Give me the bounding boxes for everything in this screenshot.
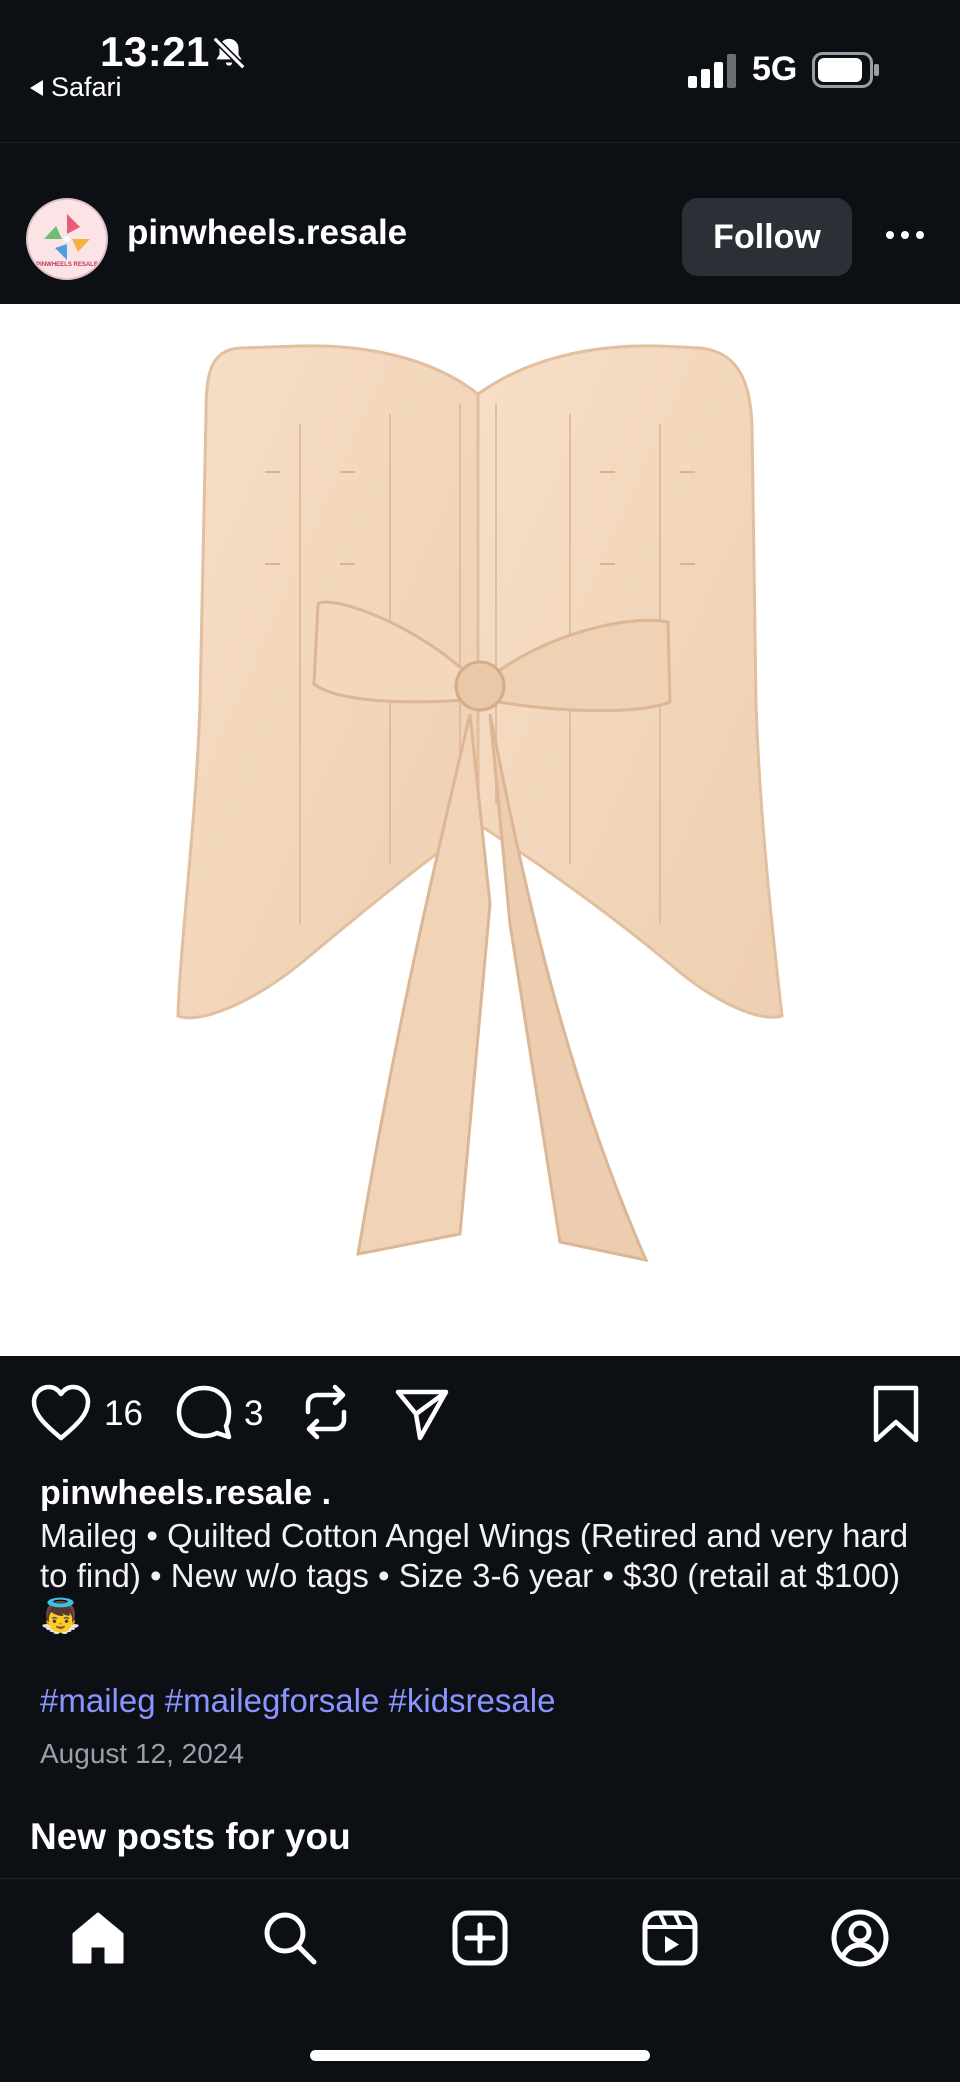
network-type: 5G <box>752 50 798 88</box>
pinwheel-logo: PINWHEELS RESALE <box>28 200 106 278</box>
bell-muted-icon <box>212 36 246 70</box>
svg-text:PINWHEELS RESALE: PINWHEELS RESALE <box>36 262 98 268</box>
create-icon[interactable] <box>450 1908 510 1968</box>
back-app-label: Safari <box>51 72 122 102</box>
bookmark-icon[interactable] <box>870 1384 922 1444</box>
battery-icon <box>812 52 879 88</box>
more-horizontal-icon[interactable] <box>880 215 930 255</box>
post-username[interactable]: pinwheels.resale <box>127 213 407 253</box>
profile-icon[interactable] <box>830 1908 890 1968</box>
heart-icon[interactable] <box>30 1384 92 1442</box>
back-to-safari-link[interactable]: Safari <box>30 72 122 103</box>
comment-icon[interactable] <box>175 1384 233 1442</box>
reels-icon[interactable] <box>640 1908 700 1968</box>
home-icon[interactable] <box>68 1908 128 1968</box>
comment-count[interactable]: 3 <box>244 1394 263 1434</box>
caption-username[interactable]: pinwheels.resale . <box>40 1474 331 1513</box>
caption-text: Maileg • Quilted Cotton Angel Wings (Ret… <box>40 1517 909 1634</box>
search-icon[interactable] <box>260 1908 320 1968</box>
angel-wings-product-image <box>176 344 784 1263</box>
post-image[interactable] <box>0 304 960 1356</box>
back-arrow-icon <box>30 79 43 96</box>
follow-button[interactable]: Follow <box>682 198 852 276</box>
section-title: New posts for you <box>30 1816 351 1857</box>
post-date: August 12, 2024 <box>40 1738 244 1769</box>
like-count[interactable]: 16 <box>104 1394 143 1434</box>
repost-icon[interactable] <box>298 1382 354 1442</box>
send-icon[interactable] <box>394 1386 450 1442</box>
status-time: 13:21 <box>100 28 210 75</box>
hashtags-link[interactable]: #maileg #mailegforsale #kidsresale <box>40 1682 555 1720</box>
cellular-signal-icon <box>688 54 736 88</box>
home-indicator[interactable] <box>310 2050 650 2061</box>
avatar[interactable]: PINWHEELS RESALE <box>26 198 108 280</box>
